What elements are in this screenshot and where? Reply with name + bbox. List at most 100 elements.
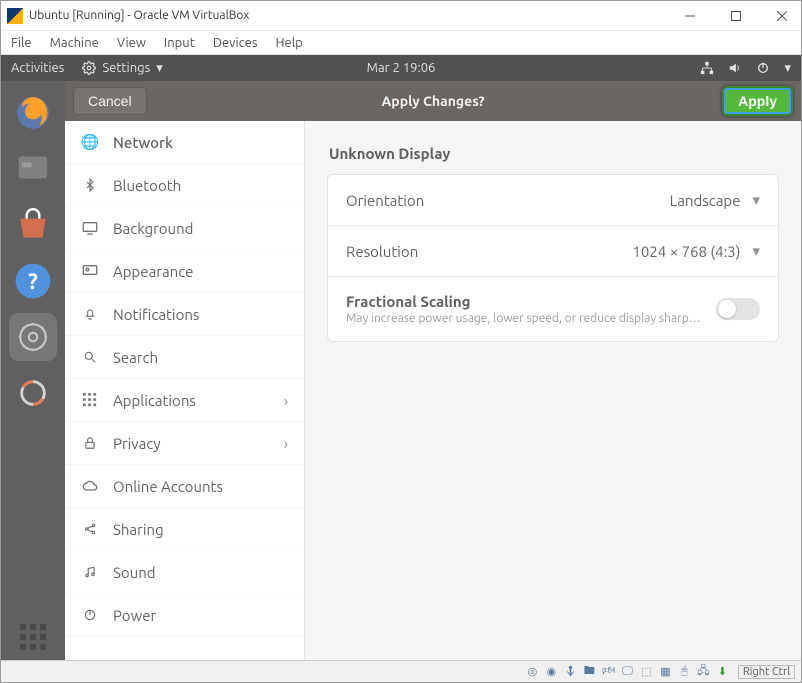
resolution-label: Resolution xyxy=(346,243,418,260)
sidebar-item-power[interactable]: Power xyxy=(65,594,304,637)
host-key-indicator[interactable]: Right Ctrl xyxy=(738,665,795,679)
sb-recording-icon[interactable]: ⬚ xyxy=(639,664,654,679)
chevron-right-icon: › xyxy=(284,435,288,452)
cancel-button[interactable]: Cancel xyxy=(73,87,147,115)
maximize-button[interactable] xyxy=(723,6,749,26)
globe-icon: 🌐 xyxy=(81,133,99,151)
sidebar-item-privacy[interactable]: Privacy › xyxy=(65,422,304,465)
sb-hdd-icon[interactable]: ◎ xyxy=(525,664,540,679)
vbox-app-icon xyxy=(7,8,23,24)
sidebar-item-label: Notifications xyxy=(113,306,199,323)
volume-icon[interactable] xyxy=(728,61,742,75)
sidebar-item-label: Background xyxy=(113,220,193,237)
minimize-button[interactable] xyxy=(677,6,703,26)
sb-cpu-icon[interactable]: ▦ xyxy=(658,664,673,679)
grid-icon xyxy=(81,391,99,409)
scaling-sublabel: May increase power usage, lower speed, o… xyxy=(346,312,701,325)
sidebar-item-label: Online Accounts xyxy=(113,478,223,495)
lock-icon xyxy=(81,434,99,452)
resolution-row[interactable]: Resolution 1024 × 768 (4:3) ▾ xyxy=(328,226,778,277)
vbox-window-title: Ubuntu [Running] - Oracle VM VirtualBox xyxy=(29,9,677,22)
sb-usb-icon[interactable] xyxy=(563,664,578,679)
dock-help[interactable]: ? xyxy=(9,257,57,305)
chevron-down-icon: ▾ xyxy=(156,61,163,76)
music-icon xyxy=(81,563,99,581)
sidebar-item-sharing[interactable]: Sharing xyxy=(65,508,304,551)
bluetooth-icon xyxy=(81,176,99,194)
sidebar-item-applications[interactable]: Applications› xyxy=(65,379,304,422)
sidebar-item-label: Network xyxy=(113,134,173,151)
appmenu-settings[interactable]: Settings ▾ xyxy=(82,61,162,76)
sidebar-item-label: Power xyxy=(113,607,156,624)
chevron-down-icon[interactable]: ▾ xyxy=(784,61,791,76)
sb-optical-icon[interactable]: ◉ xyxy=(544,664,559,679)
menu-help[interactable]: Help xyxy=(276,36,303,50)
menu-view[interactable]: View xyxy=(117,36,146,50)
settings-sidebar: 🌐 Network Bluetooth Background Appearance… xyxy=(65,121,305,660)
orientation-row[interactable]: Orientation Landscape ▾ xyxy=(328,175,778,226)
sidebar-item-bluetooth[interactable]: Bluetooth xyxy=(65,164,304,207)
vbox-statusbar: ◎ ◉ 🖿 🕬 🖵 ⬚ ▦ 🖰 🖧 ⬇ Right Ctrl xyxy=(1,660,801,682)
close-button[interactable] xyxy=(769,6,795,26)
section-title: Unknown Display xyxy=(329,145,779,162)
sb-display-icon[interactable]: 🖵 xyxy=(620,664,635,679)
sidebar-item-label: Appearance xyxy=(113,263,193,280)
chevron-down-icon: ▾ xyxy=(752,191,760,209)
chevron-down-icon: ▾ xyxy=(752,242,760,260)
power-icon xyxy=(81,606,99,624)
sb-shared-folder-icon[interactable]: 🖿 xyxy=(582,664,597,679)
dock-settings[interactable] xyxy=(9,313,57,361)
sidebar-item-search[interactable]: Search xyxy=(65,336,304,379)
sb-network-icon2[interactable]: 🖧 xyxy=(696,664,711,679)
clock[interactable]: Mar 2 19:06 xyxy=(367,61,436,75)
apply-button[interactable]: Apply xyxy=(722,86,793,116)
power-icon[interactable] xyxy=(756,61,770,75)
sidebar-item-online-accounts[interactable]: Online Accounts xyxy=(65,465,304,508)
appmenu-label: Settings xyxy=(102,61,150,75)
sb-mouse-icon[interactable]: 🖰 xyxy=(677,664,692,679)
sidebar-item-label: Bluetooth xyxy=(113,177,181,194)
menu-devices[interactable]: Devices xyxy=(213,36,258,50)
search-icon xyxy=(81,348,99,366)
sidebar-item-label: Search xyxy=(113,349,158,366)
gnome-topbar: Activities Settings ▾ Mar 2 19:06 ▾ xyxy=(1,55,801,81)
vbox-titlebar: Ubuntu [Running] - Oracle VM VirtualBox xyxy=(1,1,801,31)
sidebar-item-background[interactable]: Background xyxy=(65,207,304,250)
headerbar: Cancel Apply Changes? Apply xyxy=(65,81,801,121)
vbox-menubar: File Machine View Input Devices Help xyxy=(1,31,801,55)
dock-software[interactable] xyxy=(9,201,57,249)
sb-clipboard-icon[interactable]: ⬇ xyxy=(715,664,730,679)
sidebar-item-label: Privacy xyxy=(113,435,161,452)
bell-icon xyxy=(81,305,99,323)
dock-files[interactable] xyxy=(9,145,57,193)
resolution-value: 1024 × 768 (4:3) xyxy=(632,243,740,260)
network-icon[interactable] xyxy=(700,61,714,75)
menu-file[interactable]: File xyxy=(11,36,32,50)
menu-machine[interactable]: Machine xyxy=(50,36,99,50)
show-applications-button[interactable] xyxy=(20,624,46,650)
cloud-icon xyxy=(81,477,99,495)
orientation-value: Landscape xyxy=(670,192,741,209)
orientation-label: Orientation xyxy=(346,192,424,209)
dock: ? xyxy=(1,81,65,660)
sidebar-item-notifications[interactable]: Notifications xyxy=(65,293,304,336)
sidebar-item-label: Sharing xyxy=(113,521,164,538)
activities-button[interactable]: Activities xyxy=(11,61,64,75)
menu-input[interactable]: Input xyxy=(164,36,195,50)
sidebar-item-appearance[interactable]: Appearance xyxy=(65,250,304,293)
fractional-scaling-row: Fractional Scaling May increase power us… xyxy=(328,277,778,341)
sb-audio-icon[interactable]: 🕬 xyxy=(601,664,616,679)
svg-text:?: ? xyxy=(28,269,38,294)
sidebar-item-network[interactable]: 🌐 Network xyxy=(65,121,304,164)
appearance-icon xyxy=(81,262,99,280)
settings-content: Unknown Display Orientation Landscape ▾ … xyxy=(305,121,801,660)
sidebar-item-label: Sound xyxy=(113,564,156,581)
scaling-label: Fractional Scaling xyxy=(346,293,470,310)
dock-updater[interactable] xyxy=(9,369,57,417)
dialog-title: Apply Changes? xyxy=(381,93,484,109)
monitor-icon xyxy=(81,219,99,237)
dock-firefox[interactable] xyxy=(9,89,57,137)
share-icon xyxy=(81,520,99,538)
scaling-toggle[interactable] xyxy=(716,298,760,320)
sidebar-item-sound[interactable]: Sound xyxy=(65,551,304,594)
